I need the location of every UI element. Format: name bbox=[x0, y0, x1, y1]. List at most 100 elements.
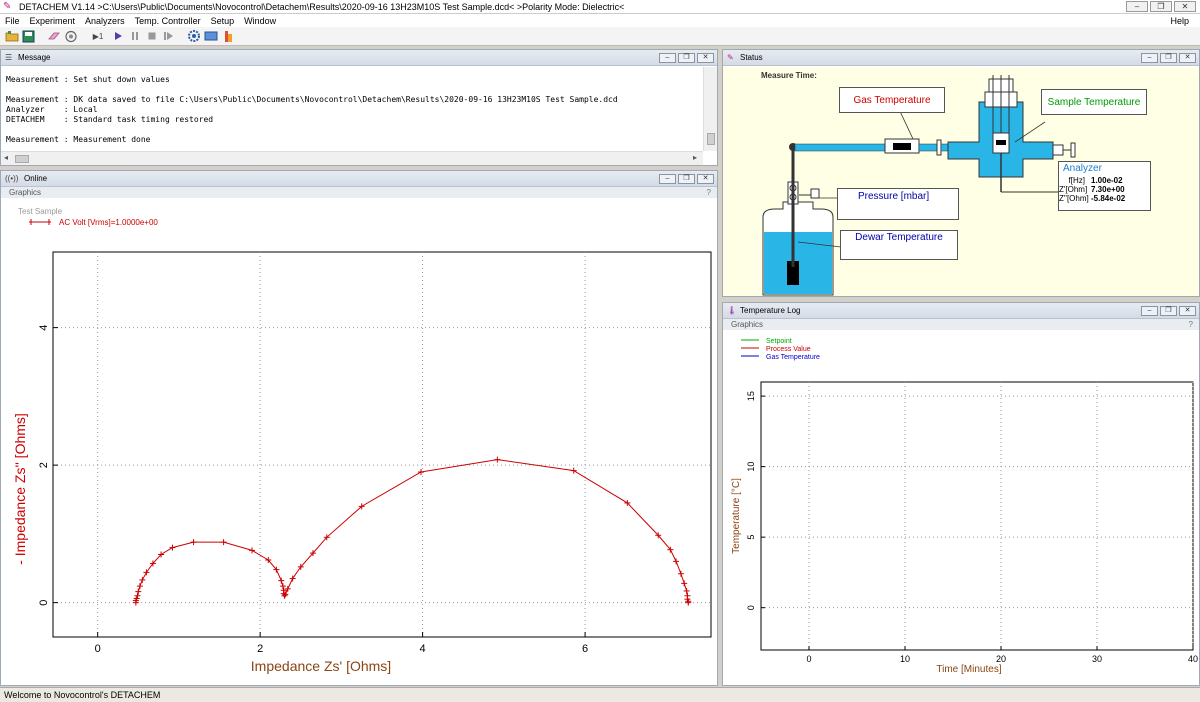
y-tick-label: 2 bbox=[38, 462, 50, 468]
play-icon[interactable] bbox=[110, 29, 125, 43]
plot-frame bbox=[52, 251, 712, 638]
menu-experiment[interactable]: Experiment bbox=[25, 16, 81, 26]
message-minimize-button[interactable]: – bbox=[659, 52, 676, 63]
analyzer-box: Analyzer f[Hz] 1.00e-02 Z'[Ohm] 7.30e+00 Z… bbox=[1058, 161, 1151, 211]
step-icon[interactable]: ▶1 bbox=[88, 29, 108, 43]
data-point bbox=[169, 544, 176, 551]
gas-temperature-label: Gas Temperature bbox=[839, 87, 945, 113]
status-minimize-button[interactable]: – bbox=[1141, 52, 1158, 63]
scroll-right-icon[interactable]: ▸ bbox=[693, 153, 697, 162]
menu-window[interactable]: Window bbox=[239, 16, 281, 26]
minimize-button[interactable]: – bbox=[1126, 1, 1148, 12]
status-panel-header: ✎ Status – ❐ ✕ bbox=[723, 50, 1199, 66]
data-point bbox=[677, 570, 684, 577]
online-help-mark[interactable]: ? bbox=[707, 188, 711, 197]
analyzer-title: Analyzer bbox=[1063, 163, 1102, 174]
data-point bbox=[570, 467, 577, 474]
status-restore-button[interactable]: ❐ bbox=[1160, 52, 1177, 63]
online-close-button[interactable]: ✕ bbox=[697, 173, 714, 184]
cloud-icon[interactable] bbox=[220, 29, 235, 43]
online-minimize-button[interactable]: – bbox=[659, 173, 676, 184]
temperature-graphics-header: Graphics ? bbox=[723, 319, 1199, 330]
skip-icon[interactable] bbox=[161, 29, 176, 43]
y-axis-label: - Impedance Zs'' [Ohms] bbox=[12, 413, 28, 565]
message-restore-button[interactable]: ❐ bbox=[678, 52, 695, 63]
menu-temp-controller[interactable]: Temp. Controller bbox=[130, 16, 206, 26]
dewar-temperature-label: Dewar Temperature bbox=[840, 230, 958, 260]
message-panel-header: ☰ Message – ❐ ✕ bbox=[1, 50, 717, 66]
data-point bbox=[279, 583, 286, 590]
data-point bbox=[494, 456, 501, 463]
data-point bbox=[249, 547, 256, 554]
eraser-icon[interactable] bbox=[46, 29, 61, 43]
monitor-icon[interactable] bbox=[203, 29, 218, 43]
sample-temperature-label: Sample Temperature bbox=[1041, 89, 1147, 115]
x-axis-label: Impedance Zs' [Ohms] bbox=[251, 658, 391, 674]
temp-tick-label: 5 bbox=[746, 535, 756, 540]
message-icon: ☰ bbox=[5, 53, 13, 62]
online-restore-button[interactable]: ❐ bbox=[678, 173, 695, 184]
temp-tick-label: 0 bbox=[746, 605, 756, 610]
online-icon: ((•)) bbox=[5, 174, 19, 183]
temperature-log-panel: 🌡 Temperature Log – ❐ ✕ Graphics ? Setpo… bbox=[722, 302, 1200, 686]
y-tick-label: 0 bbox=[38, 600, 50, 606]
data-point bbox=[220, 539, 227, 546]
analyzer-unit: Z''[Ohm] bbox=[1059, 194, 1089, 203]
sample-name: Test Sample bbox=[18, 207, 63, 216]
data-point bbox=[685, 599, 692, 606]
analyzer-value: 7.30e+00 bbox=[1091, 185, 1125, 194]
pressure-label: Pressure [mbar] bbox=[837, 188, 959, 220]
message-log: Measurement : Set shut down values Measu… bbox=[6, 75, 618, 144]
restore-button[interactable]: ❐ bbox=[1150, 1, 1172, 12]
temp-tick-label: 10 bbox=[746, 462, 756, 472]
message-panel-title: Message bbox=[18, 53, 51, 62]
temperature-close-button[interactable]: ✕ bbox=[1179, 305, 1196, 316]
menu-bar: File Experiment Analyzers Temp. Controll… bbox=[0, 14, 1200, 27]
pause-icon[interactable] bbox=[127, 29, 142, 43]
temperature-log-header: 🌡 Temperature Log – ❐ ✕ bbox=[723, 303, 1199, 319]
status-bar: Welcome to Novocontrol's DETACHEM bbox=[0, 687, 1200, 702]
x-tick-label: 0 bbox=[95, 643, 101, 655]
scroll-left-icon[interactable]: ◂ bbox=[4, 153, 8, 162]
menu-file[interactable]: File bbox=[0, 16, 25, 26]
temperature-help-mark[interactable]: ? bbox=[1189, 320, 1193, 329]
window-title: DETACHEM V1.14 >C:\Users\Public\Document… bbox=[19, 1, 625, 12]
data-point bbox=[139, 576, 146, 583]
time-tick-label: 0 bbox=[806, 654, 811, 664]
temperature-graphics-label: Graphics bbox=[731, 320, 764, 329]
settings-icon[interactable] bbox=[186, 29, 201, 43]
analyzer-icon[interactable] bbox=[63, 29, 78, 43]
legend-label: AC Volt [Vrms]=1.0000e+00 bbox=[59, 218, 158, 227]
time-tick-label: 20 bbox=[996, 654, 1006, 664]
data-point bbox=[284, 585, 291, 592]
temp-tick-label: 15 bbox=[746, 391, 756, 401]
message-close-button[interactable]: ✕ bbox=[697, 52, 714, 63]
status-close-button[interactable]: ✕ bbox=[1179, 52, 1196, 63]
message-horizontal-scrollbar[interactable]: ◂ ▸ bbox=[1, 151, 703, 165]
analyzer-unit: Z'[Ohm] bbox=[1059, 185, 1088, 194]
menu-setup[interactable]: Setup bbox=[206, 16, 240, 26]
window-controls: – ❐ ✕ bbox=[1126, 1, 1196, 12]
message-panel: ☰ Message – ❐ ✕ Measurement : Set shut d… bbox=[0, 49, 718, 166]
analyzer-value: -5.84e-02 bbox=[1091, 194, 1126, 203]
toolbar: ▶1 bbox=[0, 27, 1200, 46]
message-vertical-scrollbar[interactable] bbox=[703, 67, 717, 151]
title-bar: ✎ DETACHEM V1.14 >C:\Users\Public\Docume… bbox=[0, 0, 1200, 14]
data-point bbox=[135, 588, 142, 595]
temperature-minimize-button[interactable]: – bbox=[1141, 305, 1158, 316]
temperature-plot-frame bbox=[760, 381, 1194, 651]
save-icon[interactable] bbox=[21, 29, 36, 43]
process-value-legend: Process Value bbox=[766, 346, 811, 353]
x-tick-label: 2 bbox=[257, 643, 263, 655]
menu-help[interactable]: Help bbox=[1165, 16, 1194, 26]
online-graphics-header: Graphics ? bbox=[1, 187, 717, 198]
menu-analyzers[interactable]: Analyzers bbox=[80, 16, 130, 26]
status-message: Welcome to Novocontrol's DETACHEM bbox=[4, 690, 161, 700]
data-point bbox=[417, 469, 424, 475]
close-button[interactable]: ✕ bbox=[1174, 1, 1196, 12]
y-tick-label: 4 bbox=[38, 325, 50, 331]
temperature-restore-button[interactable]: ❐ bbox=[1160, 305, 1177, 316]
open-folder-icon[interactable] bbox=[4, 29, 19, 43]
stop-icon[interactable] bbox=[144, 29, 159, 43]
impedance-curve bbox=[135, 459, 689, 603]
